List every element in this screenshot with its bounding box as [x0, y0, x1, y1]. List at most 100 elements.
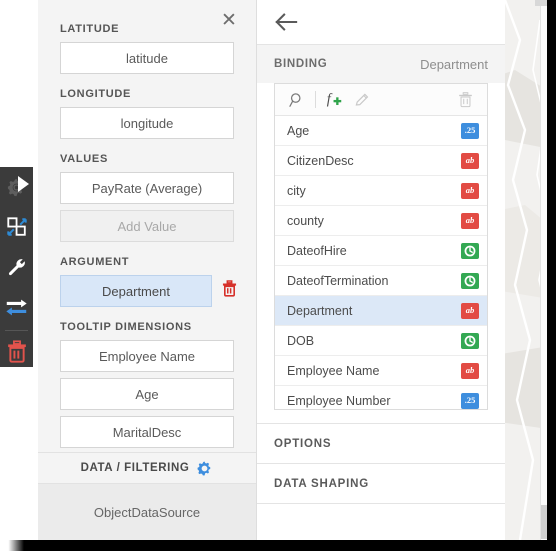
field-row[interactable]: DateofTermination: [275, 266, 487, 296]
section-options[interactable]: OPTIONS: [257, 423, 505, 463]
field-type-badge-text: ab: [461, 212, 479, 229]
field-row[interactable]: county ab: [275, 206, 487, 236]
section-options-label: OPTIONS: [274, 437, 332, 450]
section-data-shaping[interactable]: DATA SHAPING: [257, 463, 505, 503]
binding-label: BINDING: [274, 58, 328, 70]
svg-text:f: f: [327, 92, 333, 108]
field-list-toolbar: f: [275, 84, 487, 116]
values-field[interactable]: PayRate (Average): [60, 172, 234, 204]
binding-panel-header: [257, 0, 505, 45]
trash-icon: [7, 339, 26, 363]
field-name: county: [287, 213, 324, 228]
data-source-label: ObjectDataSource: [93, 504, 201, 520]
add-calculated-field-button[interactable]: f: [320, 86, 348, 114]
section-label-longitude: LONGITUDE: [60, 88, 132, 100]
cursor-pointer-icon: [18, 176, 29, 192]
section-label-argument: ARGUMENT: [60, 256, 130, 268]
panel-body: LATITUDE latitude LONGITUDE longitude VA…: [38, 0, 256, 450]
wrench-icon: [8, 259, 25, 276]
tooltip-dimension-item[interactable]: MaritalDesc: [60, 416, 234, 448]
field-name: Age: [287, 123, 310, 138]
binding-panel-sections: OPTIONS DATA SHAPING: [257, 423, 505, 540]
field-list-container: f Age .25 CitizenDesc ab city ab county …: [274, 83, 488, 410]
clock-icon: [464, 335, 476, 346]
remove-argument-button[interactable]: [216, 272, 242, 304]
tooltip-dimension-item[interactable]: Age: [60, 378, 234, 410]
binding-bar: BINDING Department: [257, 45, 505, 83]
field-row[interactable]: DateofHire: [275, 236, 487, 266]
field-row[interactable]: Employee Name ab: [275, 356, 487, 386]
data-filtering-button[interactable]: DATA / FILTERING: [38, 452, 256, 484]
search-icon: [289, 92, 301, 107]
field-row[interactable]: CitizenDesc ab: [275, 146, 487, 176]
section-label-tooltip-dimensions: TOOLTIP DIMENSIONS: [60, 321, 192, 333]
binding-panel: BINDING Department f Age .25 CitizenDesc…: [257, 0, 505, 540]
toolbar-divider: [315, 91, 316, 108]
section-data-shaping-label: DATA SHAPING: [274, 477, 369, 490]
options-gear-button[interactable]: [0, 167, 33, 207]
field-type-badge-number: .25: [461, 122, 479, 139]
field-row[interactable]: city ab: [275, 176, 487, 206]
field-name: Employee Number: [287, 393, 391, 408]
field-row[interactable]: Department ab: [275, 296, 487, 326]
binding-value: Department: [420, 56, 488, 72]
longitude-field[interactable]: longitude: [60, 107, 234, 139]
field-row[interactable]: DOB: [275, 326, 487, 356]
gear-icon: [197, 461, 211, 475]
field-name: DOB: [287, 333, 315, 348]
edit-field-button[interactable]: [348, 86, 376, 114]
data-source-bar[interactable]: ObjectDataSource: [38, 484, 256, 540]
field-name: CitizenDesc: [287, 153, 354, 168]
latitude-field[interactable]: latitude: [60, 42, 234, 74]
field-type-badge-text: ab: [461, 152, 479, 169]
field-type-badge-text: ab: [461, 302, 479, 319]
window-scrollbar-track[interactable]: [540, 4, 547, 540]
transpose-button[interactable]: [0, 287, 33, 327]
back-button[interactable]: [274, 11, 298, 33]
field-name: Employee Name: [287, 363, 380, 378]
frame-right-shadow: [547, 0, 556, 551]
frame-bottom-fade: [0, 540, 24, 551]
edit-pencil-icon: [355, 93, 369, 106]
field-type-badge-number: .25: [461, 392, 479, 409]
field-type-badge-date: [461, 242, 479, 259]
two-way-arrows-icon: [6, 299, 27, 316]
search-button[interactable]: [283, 86, 311, 114]
swap-widget-button[interactable]: [0, 207, 33, 247]
data-items-panel: ✕ LATITUDE latitude LONGITUDE longitude …: [38, 0, 257, 540]
add-calculated-field-icon: f: [327, 92, 342, 108]
field-name: DateofHire: [287, 243, 347, 258]
tooltip-dimension-item[interactable]: Employee Name: [60, 340, 234, 372]
section-label-values: VALUES: [60, 153, 109, 165]
trash-icon: [222, 279, 236, 297]
field-row[interactable]: Employee Number .25: [275, 386, 487, 409]
swap-squares-icon: [6, 217, 27, 236]
section-filler: [257, 503, 505, 540]
field-list: Age .25 CitizenDesc ab city ab county ab DateofH…: [275, 116, 487, 409]
field-row[interactable]: Age .25: [275, 116, 487, 146]
frame-bottom-shadow: [14, 540, 556, 551]
app-root: ✕ LATITUDE latitude LONGITUDE longitude …: [0, 0, 556, 551]
argument-row: Department: [38, 269, 256, 307]
clock-icon: [464, 275, 476, 286]
add-value-button[interactable]: Add Value: [60, 210, 234, 242]
field-name: city: [287, 183, 306, 198]
clock-icon: [464, 245, 476, 256]
argument-field[interactable]: Department: [60, 275, 212, 307]
field-type-badge-date: [461, 332, 479, 349]
close-panel-button[interactable]: ✕: [218, 9, 240, 31]
field-type-badge-text: ab: [461, 182, 479, 199]
delete-trash-icon: [458, 91, 472, 107]
field-type-badge-text: ab: [461, 362, 479, 379]
field-name: Department: [287, 303, 353, 318]
delete-field-button[interactable]: [451, 86, 479, 114]
frame-top-corner: [535, 0, 547, 6]
delete-widget-button[interactable]: [0, 331, 33, 371]
tooltip-dimensions-list: Employee Name Age MaritalDesc: [38, 334, 256, 450]
back-arrow-icon: [275, 13, 298, 31]
field-name: DateofTermination: [287, 273, 389, 288]
widget-toolbar: [0, 167, 33, 367]
data-filtering-label: DATA / FILTERING: [80, 462, 190, 474]
field-type-badge-date: [461, 272, 479, 289]
edit-tools-button[interactable]: [0, 247, 33, 287]
